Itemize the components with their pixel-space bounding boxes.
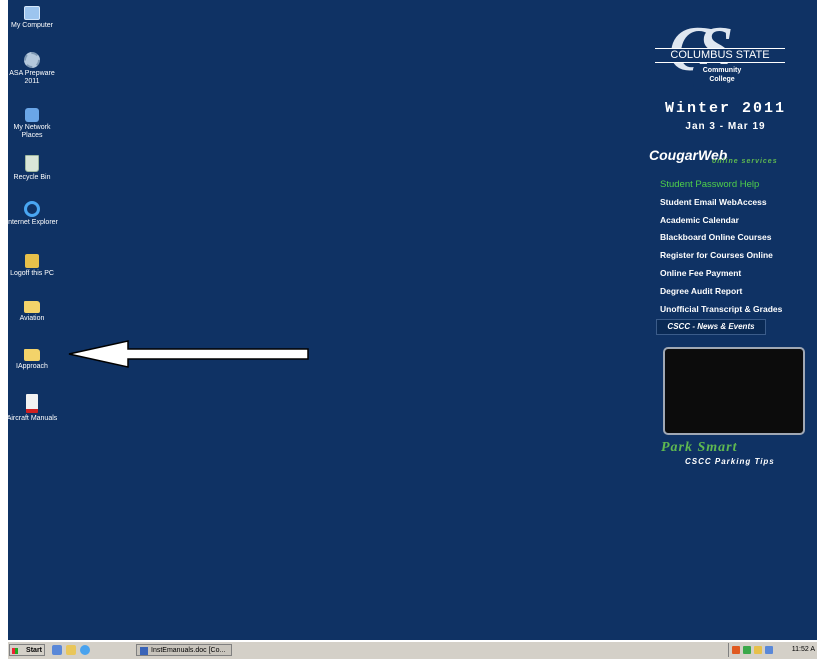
parking-tips-subtitle: CSCC Parking Tips [685, 457, 775, 466]
park-smart-title: Park Smart [661, 440, 738, 455]
system-tray: 11:52 A [728, 643, 817, 657]
link-student-email[interactable]: Student Email WebAccess [660, 197, 782, 215]
quicklaunch-help-icon[interactable] [52, 645, 62, 655]
annotation-arrow [68, 340, 309, 368]
desktop-icon-my-network-places[interactable]: My Network Places [8, 108, 58, 140]
news-events-banner[interactable]: CSCC - News & Events [656, 319, 766, 335]
desktop-icon-label: ASA Prepware 2011 [9, 70, 55, 85]
season-dates: Jan 3 - Mar 19 [685, 121, 766, 132]
desktop-icon-iapproach[interactable]: IApproach [8, 346, 58, 371]
tray-update-icon[interactable] [754, 646, 762, 654]
link-student-password-help[interactable]: Student Password Help [660, 179, 782, 197]
taskbar-window-button[interactable]: InstEmanuals.doc [Co... [136, 644, 232, 656]
quicklaunch-explorer-icon[interactable] [66, 645, 76, 655]
tray-shield-icon[interactable] [732, 646, 740, 654]
logo-subtitle: Community College [693, 64, 751, 90]
start-button[interactable]: Start [9, 644, 45, 656]
desktop-icon-label: Aviation [19, 315, 45, 322]
desktop-icon-my-computer[interactable]: My Computer [8, 4, 58, 30]
link-academic-calendar[interactable]: Academic Calendar [660, 215, 782, 233]
link-register-courses[interactable]: Register for Courses Online [660, 250, 782, 268]
desktop-icon-asa-prepware[interactable]: ASA Prepware 2011 [8, 52, 58, 86]
link-fee-payment[interactable]: Online Fee Payment [660, 268, 782, 286]
portal-tagline: online services [712, 158, 778, 165]
desktop-icon-label: IApproach [16, 363, 48, 370]
desktop-icon-aviation[interactable]: Aviation [8, 298, 58, 323]
video-panel [663, 347, 805, 435]
tray-volume-icon[interactable] [765, 646, 773, 654]
computer-icon [24, 6, 40, 20]
gear-icon [24, 52, 40, 68]
folder-icon [24, 349, 40, 361]
clock[interactable]: 11:52 A [792, 643, 815, 657]
link-blackboard[interactable]: Blackboard Online Courses [660, 232, 782, 250]
quicklaunch-ie-icon[interactable] [80, 645, 90, 655]
pdf-icon [26, 394, 38, 413]
folder-icon [24, 301, 40, 313]
logo-name: COLUMBUS STATE [655, 48, 785, 63]
taskbar: Start InstEmanuals.doc [Co... 11:52 A [8, 641, 817, 659]
college-links: Student Password Help Student Email WebA… [660, 179, 782, 321]
desktop: My Computer ASA Prepware 2011 My Network… [8, 0, 817, 640]
desktop-icon-aircraft-manuals[interactable]: Aircraft Manuals [8, 394, 58, 423]
ie-icon [24, 201, 40, 217]
tray-network-icon[interactable] [743, 646, 751, 654]
network-icon [25, 108, 39, 122]
recycle-bin-icon [25, 155, 39, 172]
desktop-icon-logoff[interactable]: Logoff this PC [8, 254, 58, 278]
season-title: Winter 2011 [664, 100, 787, 117]
desktop-icon-recycle-bin[interactable]: Recycle Bin [8, 155, 58, 182]
desktop-icon-label: Aircraft Manuals [8, 415, 58, 422]
desktop-icon-label: Internet Explorer [8, 219, 58, 226]
college-logo: CS COLUMBUS STATE Community College [655, 14, 785, 98]
desktop-icon-label: Logoff this PC [10, 270, 54, 277]
desktop-icon-label: Recycle Bin [13, 174, 51, 181]
link-degree-audit[interactable]: Degree Audit Report [660, 286, 782, 304]
desktop-icon-label: My Computer [10, 22, 53, 29]
key-icon [25, 254, 39, 268]
desktop-icon-internet-explorer[interactable]: Internet Explorer [8, 201, 58, 227]
desktop-icon-label: My Network Places [13, 124, 51, 139]
